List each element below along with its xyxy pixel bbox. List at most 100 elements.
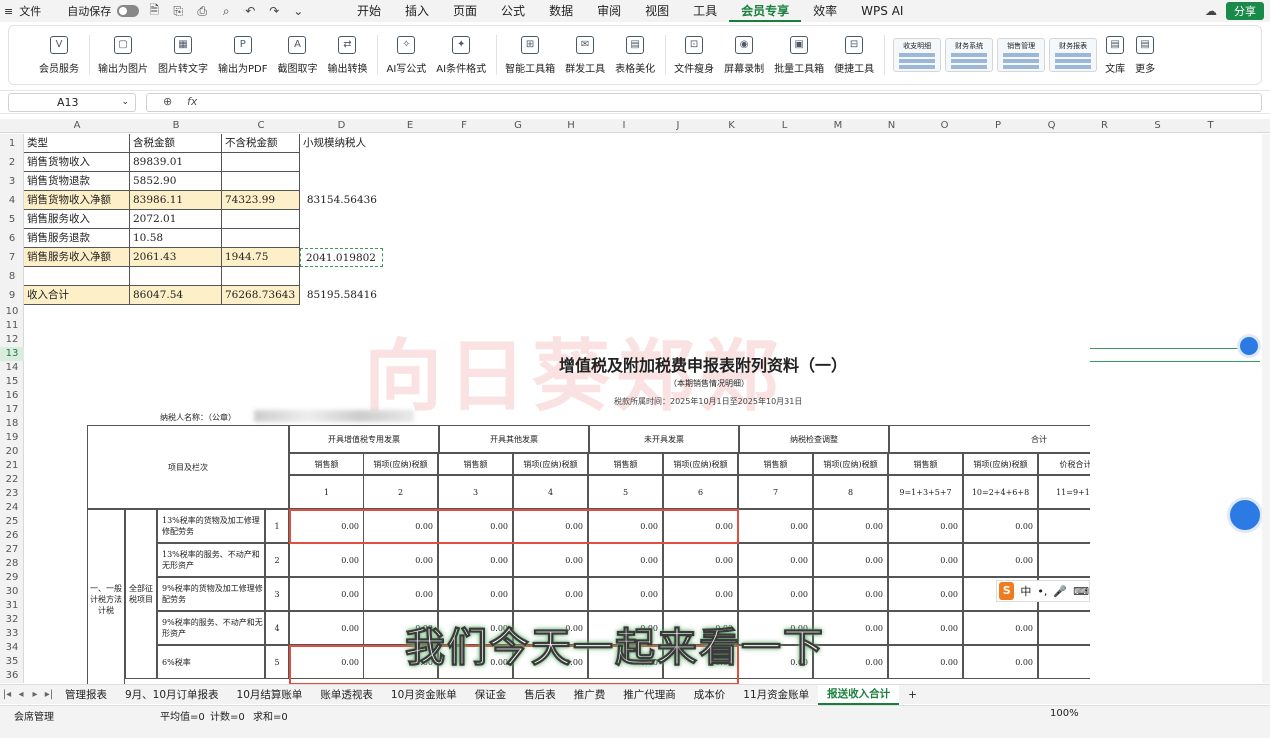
ribbon-button[interactable]: ✦ AI条件格式: [436, 27, 486, 83]
export-icon[interactable]: ⎘: [169, 4, 187, 19]
row-header[interactable]: 13: [0, 347, 24, 361]
last-sheet-icon[interactable]: ▸|: [42, 689, 56, 700]
column-header[interactable]: O: [918, 119, 971, 133]
sheet-cell[interactable]: 74323.99: [222, 191, 300, 210]
status-left[interactable]: 会席管理: [14, 708, 54, 723]
ribbon-tab[interactable]: 会员专享: [729, 0, 802, 22]
library-button[interactable]: ▤ 文库: [1105, 27, 1125, 83]
ribbon-button[interactable]: P 输出为PDF: [218, 27, 267, 83]
floating-helper-icon[interactable]: [1227, 497, 1263, 533]
ribbon-button[interactable]: V 会员服务: [39, 27, 79, 83]
redo-icon[interactable]: ↷: [265, 4, 283, 18]
sheet-tab[interactable]: 10月结算账单: [228, 687, 312, 702]
sheet-cell[interactable]: 83154.56436: [300, 191, 383, 210]
column-header[interactable]: Q: [1025, 119, 1078, 133]
row-header[interactable]: 22: [0, 473, 24, 487]
sheet-cell[interactable]: 10.58: [130, 229, 222, 248]
sheet-tab[interactable]: 9月、10月订单报表: [116, 687, 228, 702]
ribbon-tab[interactable]: WPS AI: [849, 0, 915, 22]
sheet-cell[interactable]: 85195.58416: [300, 286, 383, 305]
cloud-icon[interactable]: ☁: [1202, 4, 1220, 18]
column-header[interactable]: J: [651, 119, 705, 133]
sheet-cell[interactable]: 5852.90: [130, 172, 222, 191]
sheet-cell[interactable]: [300, 210, 383, 229]
ribbon-tab[interactable]: 审阅: [585, 0, 633, 22]
column-header[interactable]: E: [383, 119, 437, 133]
row-header[interactable]: 3: [0, 172, 24, 191]
row-header[interactable]: 23: [0, 487, 24, 501]
row-header[interactable]: 35: [0, 655, 24, 669]
ribbon-tab[interactable]: 工具: [681, 0, 729, 22]
cell-grid[interactable]: 类型 含税金额 不含税金额 小规模纳税人 销售货物收入 89839.01 销售货物退款 585…: [24, 134, 1260, 314]
row-header[interactable]: 32: [0, 613, 24, 627]
vertical-scrollbar[interactable]: [1262, 134, 1270, 683]
sheet-cell[interactable]: [300, 267, 383, 286]
autosave-toggle[interactable]: [117, 5, 140, 17]
sheet-cell[interactable]: 销售货物收入: [24, 153, 130, 172]
ime-lang[interactable]: 中: [1020, 583, 1031, 599]
ribbon-tab[interactable]: 视图: [633, 0, 681, 22]
row-header[interactable]: 21: [0, 459, 24, 473]
add-sheet-button[interactable]: +: [899, 689, 926, 701]
row-header[interactable]: 36: [0, 669, 24, 683]
row-header[interactable]: 6: [0, 229, 24, 248]
row-header[interactable]: 1: [0, 134, 24, 153]
sheet-cell[interactable]: [130, 267, 222, 286]
row-header[interactable]: 27: [0, 543, 24, 557]
assistant-icon[interactable]: [1237, 334, 1261, 358]
ribbon-button[interactable]: ⊡ 文件瘦身: [674, 27, 714, 83]
column-header[interactable]: C: [222, 119, 300, 133]
ribbon-tab[interactable]: 开始: [345, 0, 393, 22]
column-header[interactable]: B: [130, 119, 222, 133]
row-header[interactable]: 12: [0, 333, 24, 347]
ribbon-tab[interactable]: 页面: [441, 0, 489, 22]
sheet-cell[interactable]: [300, 153, 383, 172]
row-header[interactable]: 15: [0, 375, 24, 389]
sheet-tab[interactable]: 保证金: [466, 687, 516, 702]
sheet-cell[interactable]: [222, 229, 300, 248]
column-header[interactable]: K: [705, 119, 758, 133]
sheet-cell[interactable]: 销售货物收入净额: [24, 191, 130, 210]
column-header[interactable]: G: [491, 119, 545, 133]
sheet-cell[interactable]: 含税金额: [130, 134, 222, 153]
zoom-icon[interactable]: ⊕: [163, 95, 172, 108]
sheet-cell[interactable]: 小规模纳税人: [300, 134, 383, 153]
sheet-tab[interactable]: 售后表: [515, 687, 565, 702]
row-header[interactable]: 33: [0, 627, 24, 641]
column-header[interactable]: S: [1131, 119, 1184, 133]
row-header[interactable]: 18: [0, 417, 24, 431]
column-header[interactable]: P: [971, 119, 1025, 133]
column-header[interactable]: N: [865, 119, 918, 133]
ribbon-button[interactable]: ▢ 输出为图片: [98, 27, 148, 83]
row-header[interactable]: 30: [0, 585, 24, 599]
sheet-cell[interactable]: 76268.73643: [222, 286, 300, 305]
column-header[interactable]: H: [545, 119, 597, 133]
sheet-cell[interactable]: 1944.75: [222, 248, 300, 267]
column-header[interactable]: M: [811, 119, 865, 133]
sheet-cell[interactable]: [222, 267, 300, 286]
template-thumb[interactable]: 销售管理: [997, 38, 1046, 72]
sheet-cell[interactable]: [24, 267, 130, 286]
ribbon-tab[interactable]: 数据: [537, 0, 585, 22]
row-header[interactable]: 31: [0, 599, 24, 613]
sheet-cell[interactable]: [222, 172, 300, 191]
sheet-tab[interactable]: 10月资金账单: [382, 687, 466, 702]
row-header[interactable]: 26: [0, 529, 24, 543]
undo-icon[interactable]: ↶: [241, 4, 259, 18]
fx-icon[interactable]: fx: [187, 95, 197, 108]
template-thumb[interactable]: 财务系统: [945, 38, 994, 72]
column-header[interactable]: I: [597, 119, 651, 133]
ribbon-button[interactable]: ▤ 表格美化: [615, 27, 655, 83]
ribbon-button[interactable]: ⇄ 输出转换: [327, 27, 367, 83]
row-header[interactable]: 24: [0, 501, 24, 515]
sheet-tab[interactable]: 11月资金账单: [734, 687, 818, 702]
row-header[interactable]: 2: [0, 153, 24, 172]
sheet-cell[interactable]: 收入合计: [24, 286, 130, 305]
file-menu[interactable]: 文件: [19, 3, 41, 19]
column-header[interactable]: F: [437, 119, 491, 133]
row-header[interactable]: 25: [0, 515, 24, 529]
menu-icon[interactable]: ≡: [4, 5, 13, 18]
sheet-tab[interactable]: 报送收入合计: [818, 684, 900, 705]
sheet-cell[interactable]: 89839.01: [130, 153, 222, 172]
sheet-cell[interactable]: 83986.11: [130, 191, 222, 210]
